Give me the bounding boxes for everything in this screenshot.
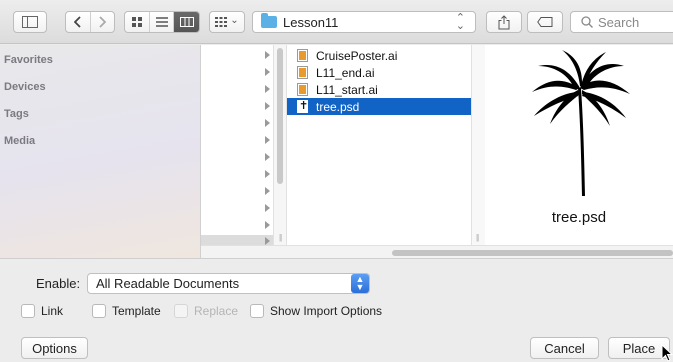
chevron-down-icon: ⌄ xyxy=(230,14,239,26)
icon-view-icon xyxy=(131,17,142,27)
template-checkbox[interactable]: Template xyxy=(92,304,161,318)
enable-label: Enable: xyxy=(36,276,81,291)
disclosure-arrow-icon[interactable] xyxy=(265,153,271,161)
ai-file-icon xyxy=(297,66,308,79)
mouse-pointer-icon xyxy=(661,344,673,362)
replace-checkbox: Replace xyxy=(174,304,238,318)
psd-file-icon xyxy=(297,99,308,113)
search-field[interactable]: Search xyxy=(570,11,673,33)
icon-view-button[interactable] xyxy=(125,12,150,32)
show-import-options-checkbox[interactable]: Show Import Options xyxy=(250,304,382,318)
chevron-left-icon xyxy=(73,16,81,28)
folder-column-footer xyxy=(201,235,273,245)
folder-icon xyxy=(261,13,277,28)
chevron-right-icon xyxy=(99,16,107,28)
link-checkbox[interactable]: Link xyxy=(21,304,63,318)
folder-column[interactable] xyxy=(201,45,273,235)
file-name: tree.psd xyxy=(316,99,360,114)
sidebar-item-media[interactable]: Media xyxy=(4,135,35,147)
disclosure-arrow-icon[interactable] xyxy=(265,102,271,110)
path-label: Lesson11 xyxy=(283,14,339,30)
disclosure-arrow-icon[interactable] xyxy=(265,221,271,229)
path-popup[interactable]: Lesson11 ⌃ ⌄ xyxy=(252,11,476,33)
horizontal-scroll-thumb[interactable] xyxy=(392,250,673,256)
preview-pane: tree.psd xyxy=(485,45,673,245)
file-name: L11_end.ai xyxy=(316,65,375,80)
column-view-button[interactable] xyxy=(174,12,199,32)
checkbox-box xyxy=(174,304,188,318)
share-button[interactable] xyxy=(486,11,522,33)
enable-popup-value: All Readable Documents xyxy=(96,276,240,291)
group-by-button[interactable]: ⌄ xyxy=(209,11,245,33)
list-view-icon xyxy=(155,17,168,27)
list-item-selected[interactable]: tree.psd xyxy=(287,98,471,115)
checkbox-box[interactable] xyxy=(92,304,106,318)
sidebar-item-favorites[interactable]: Favorites xyxy=(4,54,53,66)
view-mode-control xyxy=(124,11,200,33)
checkbox-label: Link xyxy=(41,304,64,318)
checkbox-box[interactable] xyxy=(250,304,264,318)
checkbox-label: Replace xyxy=(194,304,239,318)
sidebar-item-devices[interactable]: Devices xyxy=(4,81,46,93)
up-down-arrows-icon: ⌃ ⌄ xyxy=(455,12,465,32)
file-name: L11_start.ai xyxy=(316,82,378,97)
enable-popup[interactable]: All Readable Documents xyxy=(87,273,370,294)
tag-icon xyxy=(537,17,553,27)
checkbox-box[interactable] xyxy=(21,304,35,318)
disclosure-arrow-icon[interactable] xyxy=(265,204,271,212)
cancel-button[interactable]: Cancel xyxy=(530,337,599,359)
back-forward-control xyxy=(65,11,115,33)
forward-button[interactable] xyxy=(91,12,115,32)
disclosure-arrow-icon[interactable] xyxy=(265,136,271,144)
sidebar: Favorites Devices Tags Media xyxy=(0,45,201,258)
list-item[interactable]: L11_end.ai xyxy=(287,64,471,81)
back-button[interactable] xyxy=(66,12,91,32)
disclosure-arrow-icon[interactable] xyxy=(265,85,271,93)
sidebar-icon xyxy=(22,16,38,28)
popup-arrows-icon[interactable]: ▲ ▼ xyxy=(351,274,369,293)
grid-group-icon xyxy=(215,17,228,27)
disclosure-arrow-icon[interactable] xyxy=(265,170,271,178)
ai-file-icon xyxy=(297,49,308,62)
options-button[interactable]: Options xyxy=(21,337,88,359)
column-scroll-thumb[interactable] xyxy=(277,48,283,184)
list-item[interactable]: L11_start.ai xyxy=(287,81,471,98)
disclosure-arrow-icon[interactable] xyxy=(265,68,271,76)
column-view-icon xyxy=(179,17,194,27)
search-placeholder: Search xyxy=(598,14,640,30)
column-resize-grip-icon[interactable]: || xyxy=(476,233,479,242)
checkbox-label: Template xyxy=(112,304,161,318)
share-icon xyxy=(498,14,510,29)
disclosure-arrow-icon[interactable] xyxy=(265,119,271,127)
disclosure-arrow-icon[interactable] xyxy=(265,51,271,59)
tag-button[interactable] xyxy=(527,11,563,33)
search-icon xyxy=(581,16,593,28)
column-divider[interactable] xyxy=(471,45,485,245)
sidebar-toggle-button[interactable] xyxy=(13,11,47,33)
disclosure-arrow-icon[interactable] xyxy=(265,237,271,245)
list-view-button[interactable] xyxy=(150,12,175,32)
sidebar-item-tags[interactable]: Tags xyxy=(4,108,29,120)
column-resize-grip-icon[interactable]: || xyxy=(279,233,282,242)
list-item[interactable]: CruisePoster.ai xyxy=(287,47,471,64)
preview-filename: tree.psd xyxy=(551,209,607,226)
checkbox-label: Show Import Options xyxy=(270,304,383,318)
palm-tree-preview-image xyxy=(532,50,630,196)
ai-file-icon xyxy=(297,83,308,96)
toolbar: ⌄ Lesson11 ⌃ ⌄ Search xyxy=(0,0,673,44)
file-name: CruisePoster.ai xyxy=(316,48,398,63)
disclosure-arrow-icon[interactable] xyxy=(265,187,271,195)
